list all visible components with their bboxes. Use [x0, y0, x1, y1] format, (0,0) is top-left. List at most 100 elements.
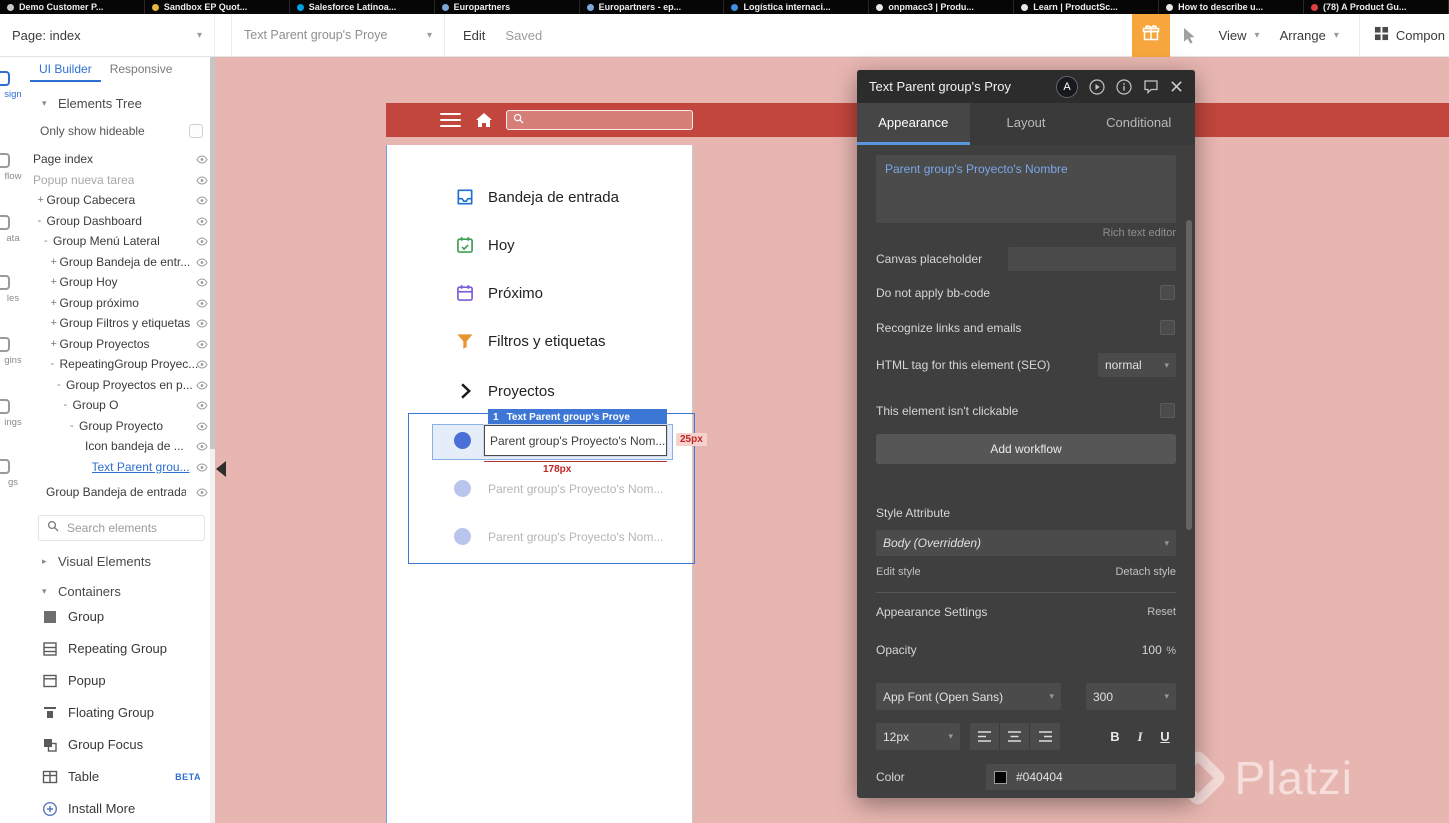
palette-item-floating-group[interactable]: Floating Group: [26, 697, 215, 729]
reset-link[interactable]: Reset: [1147, 606, 1176, 618]
eye-icon[interactable]: [196, 237, 208, 246]
tab-appearance[interactable]: Appearance: [857, 103, 970, 145]
tree-row[interactable]: + Group Hoy: [26, 272, 215, 293]
palette-item-popup[interactable]: Popup: [26, 665, 215, 697]
tree-row[interactable]: + Group Bandeja de entr...: [26, 252, 215, 273]
sidebar-collapse-handle[interactable]: [216, 461, 226, 477]
left-nav-item[interactable]: les: [0, 275, 26, 304]
font-size-select[interactable]: 12px ▾: [876, 723, 960, 750]
eye-icon[interactable]: [196, 360, 208, 369]
browser-tab[interactable]: Logística internaci...: [724, 0, 870, 14]
browser-tab[interactable]: Europartners: [435, 0, 580, 14]
tree-row[interactable]: - Group Menú Lateral: [26, 231, 215, 252]
expander-icon[interactable]: -: [64, 399, 73, 411]
tree-row[interactable]: Group Bandeja de entrada: [26, 482, 215, 503]
tree-row[interactable]: Icon bandeja de ...: [26, 436, 215, 457]
hamburger-icon[interactable]: [440, 112, 461, 128]
browser-tab[interactable]: (78) A Product Gu...: [1304, 0, 1449, 14]
italic-button[interactable]: I: [1129, 723, 1151, 750]
browser-tab[interactable]: Salesforce Latinoa...: [290, 0, 435, 14]
tree-row[interactable]: Text Parent grou...: [26, 457, 215, 478]
palette-item-table[interactable]: Table BETA: [26, 761, 215, 793]
color-picker[interactable]: #040404: [986, 764, 1176, 790]
eye-icon[interactable]: [196, 298, 208, 308]
visual-elements-header[interactable]: ▸ Visual Elements: [26, 553, 215, 571]
tab-responsive[interactable]: Responsive: [101, 59, 182, 82]
palette-item-repeating-group[interactable]: Repeating Group: [26, 633, 215, 665]
eye-icon[interactable]: [196, 380, 208, 390]
browser-tab[interactable]: Sandbox EP Quot...: [145, 0, 290, 14]
align-right-button[interactable]: [1030, 723, 1060, 750]
eye-icon[interactable]: [196, 196, 208, 205]
rich-text-editor-link[interactable]: Rich text editor: [876, 227, 1176, 239]
tree-row[interactable]: + Group Proyectos: [26, 334, 215, 355]
menu-item-projects[interactable]: Proyectos: [387, 375, 692, 407]
inspector-scrollb​ar-thumb[interactable]: [1186, 220, 1192, 530]
menu-item-inbox[interactable]: Bandeja de entrada: [387, 181, 692, 213]
recognize-links-checkbox[interactable]: [1160, 320, 1175, 335]
eye-icon[interactable]: [196, 278, 208, 287]
expander-icon[interactable]: -: [44, 235, 53, 247]
eye-icon[interactable]: [196, 155, 208, 164]
sidebar-scrollbar[interactable]: [210, 57, 215, 823]
menu-item-filters[interactable]: Filtros y etiquetas: [387, 325, 692, 357]
tree-row[interactable]: Page index: [26, 149, 215, 170]
gift-button[interactable]: [1131, 13, 1170, 57]
element-text-input[interactable]: Parent group's Proyecto's Nombre: [876, 155, 1176, 223]
eye-icon[interactable]: [196, 488, 208, 497]
menu-item-today[interactable]: Hoy: [387, 229, 692, 261]
font-weight-select[interactable]: 300 ▾: [1086, 683, 1176, 710]
only-show-hideable-checkbox[interactable]: [189, 124, 203, 138]
expander-icon[interactable]: +: [51, 338, 60, 350]
left-nav-item[interactable]: ata: [0, 215, 26, 244]
play-icon[interactable]: [1089, 78, 1105, 95]
eye-icon[interactable]: [196, 442, 208, 451]
expander-icon[interactable]: +: [51, 276, 60, 288]
selected-element-badge[interactable]: 1 Text Parent group's Proye: [488, 409, 667, 425]
expander-icon[interactable]: +: [38, 194, 47, 206]
view-menu[interactable]: View ▾: [1209, 28, 1270, 43]
expander-icon[interactable]: -: [70, 420, 79, 432]
tab-conditional[interactable]: Conditional: [1082, 103, 1195, 145]
font-family-select[interactable]: App Font (Open Sans) ▾: [876, 683, 1061, 710]
expander-icon[interactable]: +: [51, 317, 60, 329]
avatar[interactable]: A: [1056, 75, 1078, 98]
expander-icon[interactable]: -: [57, 379, 66, 391]
tab-ui-builder[interactable]: UI Builder: [30, 59, 101, 82]
eye-icon[interactable]: [196, 257, 208, 267]
palette-item-group[interactable]: Group: [26, 601, 215, 633]
selected-text-element[interactable]: Parent group's Proyecto's Nom...: [484, 425, 667, 456]
design-canvas[interactable]: Bandeja de entrada Hoy Próximo Filtros y…: [215, 57, 1449, 823]
tree-row[interactable]: - RepeatingGroup Proyec...: [26, 354, 215, 375]
tab-layout[interactable]: Layout: [970, 103, 1083, 145]
app-search-input[interactable]: [506, 110, 693, 130]
eye-icon[interactable]: [196, 339, 208, 349]
info-icon[interactable]: [1116, 78, 1132, 95]
element-selector[interactable]: Text Parent group's Proye ▾: [231, 14, 445, 56]
inspector-titlebar[interactable]: Text Parent group's Proy A: [857, 70, 1195, 103]
color-swatch[interactable]: [994, 770, 1007, 784]
add-workflow-button[interactable]: Add workflow: [876, 434, 1176, 464]
left-nav-item[interactable]: flow: [0, 153, 26, 182]
tree-row[interactable]: + Group Filtros y etiquetas: [26, 313, 215, 334]
tree-row[interactable]: - Group Proyectos en p...: [26, 375, 215, 396]
edit-mode-label[interactable]: Edit: [463, 28, 485, 43]
eye-icon[interactable]: [196, 319, 208, 328]
left-nav-item[interactable]: sign: [0, 71, 26, 100]
palette-item-install-more[interactable]: Install More: [26, 793, 215, 823]
comment-icon[interactable]: [1143, 79, 1159, 94]
style-select[interactable]: Body (Overridden) ▾: [876, 530, 1176, 556]
opacity-value[interactable]: 100: [1142, 643, 1162, 657]
eye-icon[interactable]: [196, 175, 208, 185]
home-icon[interactable]: [475, 112, 493, 128]
eye-icon[interactable]: [196, 216, 208, 226]
expander-icon[interactable]: +: [51, 256, 60, 268]
tree-row[interactable]: + Group Cabecera: [26, 190, 215, 211]
underline-button[interactable]: U: [1154, 723, 1176, 750]
close-icon[interactable]: [1170, 80, 1183, 93]
detach-style-link[interactable]: Detach style: [1115, 566, 1176, 578]
browser-tab[interactable]: Demo Customer P...: [0, 0, 145, 14]
expander-icon[interactable]: -: [51, 358, 60, 370]
tree-row[interactable]: Popup nueva tarea: [26, 170, 215, 191]
sidebar-scrollbar-thumb[interactable]: [210, 57, 215, 449]
